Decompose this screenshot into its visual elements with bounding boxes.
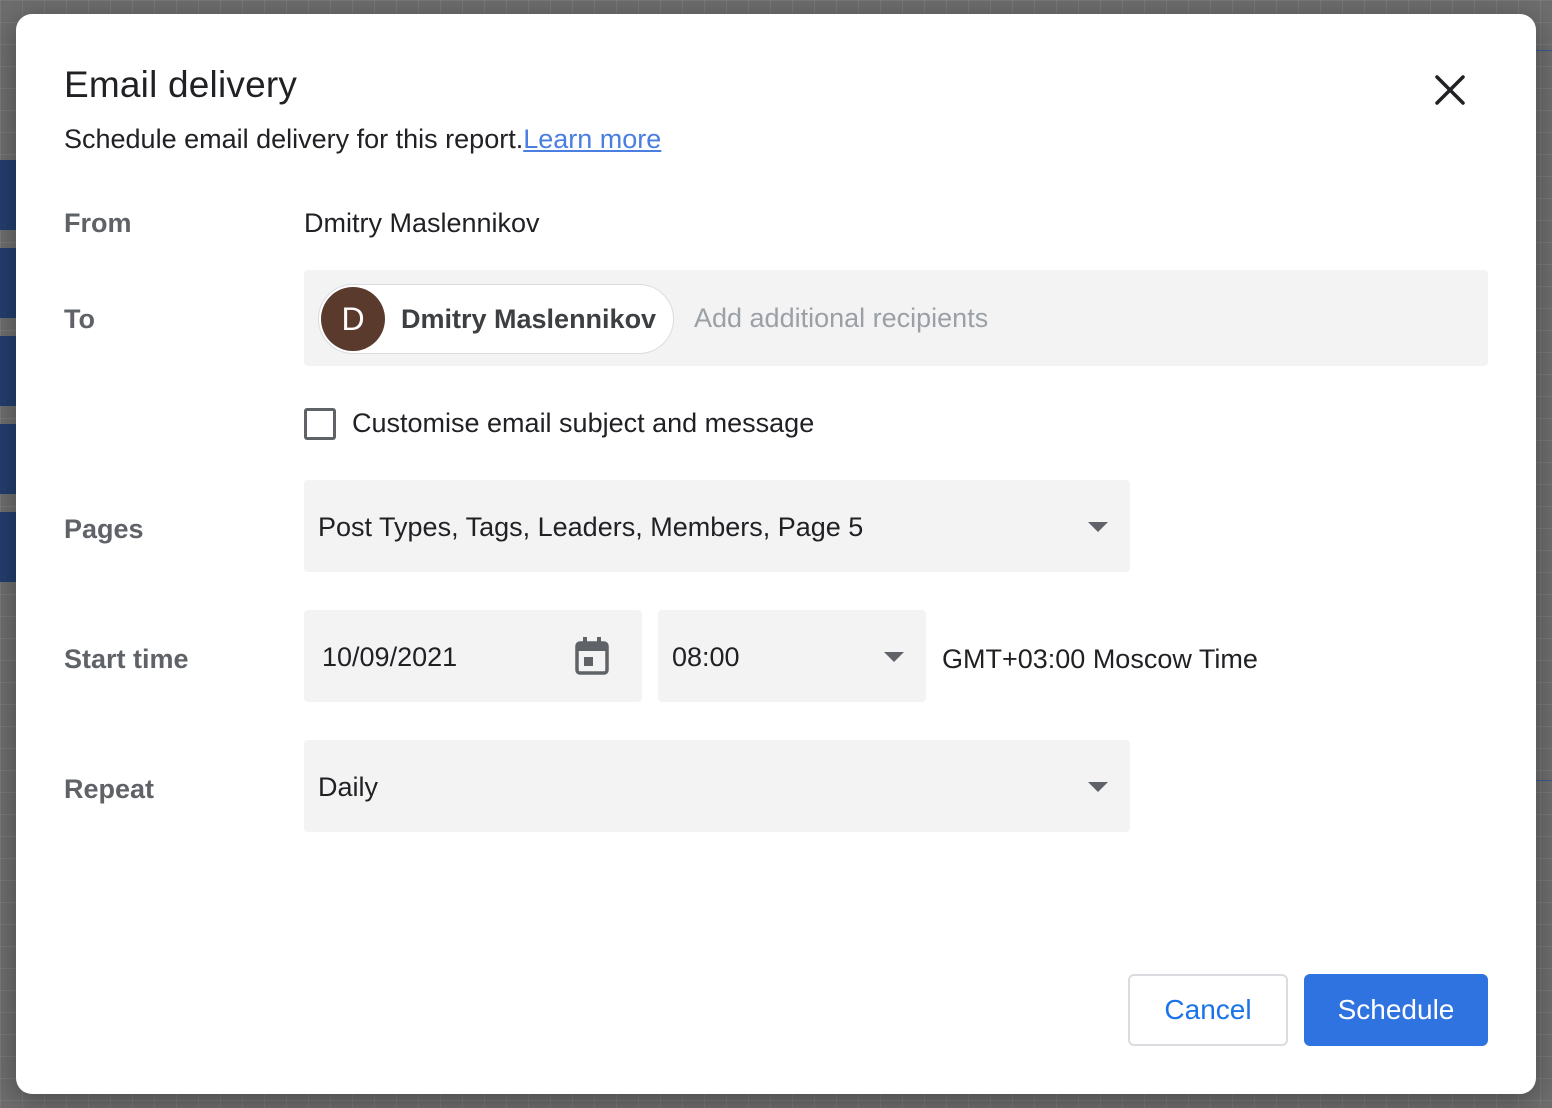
start-date-value: 10/09/2021 [322,642,458,672]
timezone-text: GMT+03:00 Moscow Time [942,644,1258,674]
subtitle-text: Schedule email delivery for this report. [64,124,524,154]
from-value: Dmitry Maslennikov [304,208,540,238]
chevron-down-icon [1088,522,1108,532]
avatar: D [321,287,385,351]
recipients-field[interactable]: D Dmitry Maslennikov [304,270,1488,366]
background-bar [0,512,16,582]
background-divider [1536,780,1552,781]
repeat-select-value: Daily [318,772,379,802]
background-bar [0,248,16,318]
customise-checkbox-label[interactable]: Customise email subject and message [352,408,814,439]
pages-label: Pages [64,514,144,544]
add-recipients-input[interactable] [694,298,1454,338]
dialog-subtitle: Schedule email delivery for this report.… [64,124,661,155]
recipient-chip[interactable]: D Dmitry Maslennikov [318,284,674,354]
learn-more-link[interactable]: Learn more [523,124,661,154]
repeat-label: Repeat [64,774,155,804]
email-delivery-dialog: Email delivery Schedule email delivery f… [16,14,1536,1094]
background-bar [0,424,16,494]
pages-select[interactable]: Post Types, Tags, Leaders, Members, Page… [304,480,1130,572]
chevron-down-icon [884,652,904,662]
start-date-input[interactable]: 10/09/2021 [304,610,642,702]
start-time-value: 08:00 [672,642,740,672]
close-button[interactable] [1428,68,1472,112]
background-divider [1536,50,1552,51]
pages-select-value: Post Types, Tags, Leaders, Members, Page… [318,512,864,542]
calendar-icon[interactable] [574,636,610,676]
close-icon [1435,75,1465,105]
from-label: From [64,208,132,238]
background-bar [0,336,16,406]
start-time-select[interactable]: 08:00 [658,610,926,702]
chevron-down-icon [1088,782,1108,792]
to-label: To [64,304,95,334]
cancel-button[interactable]: Cancel [1128,974,1288,1046]
customise-checkbox[interactable] [304,408,336,440]
schedule-button[interactable]: Schedule [1304,974,1488,1046]
background-bar [0,160,16,230]
dialog-title: Email delivery [64,64,298,105]
repeat-select[interactable]: Daily [304,740,1130,832]
recipient-chip-name: Dmitry Maslennikov [401,303,657,334]
start-time-label: Start time [64,644,189,674]
